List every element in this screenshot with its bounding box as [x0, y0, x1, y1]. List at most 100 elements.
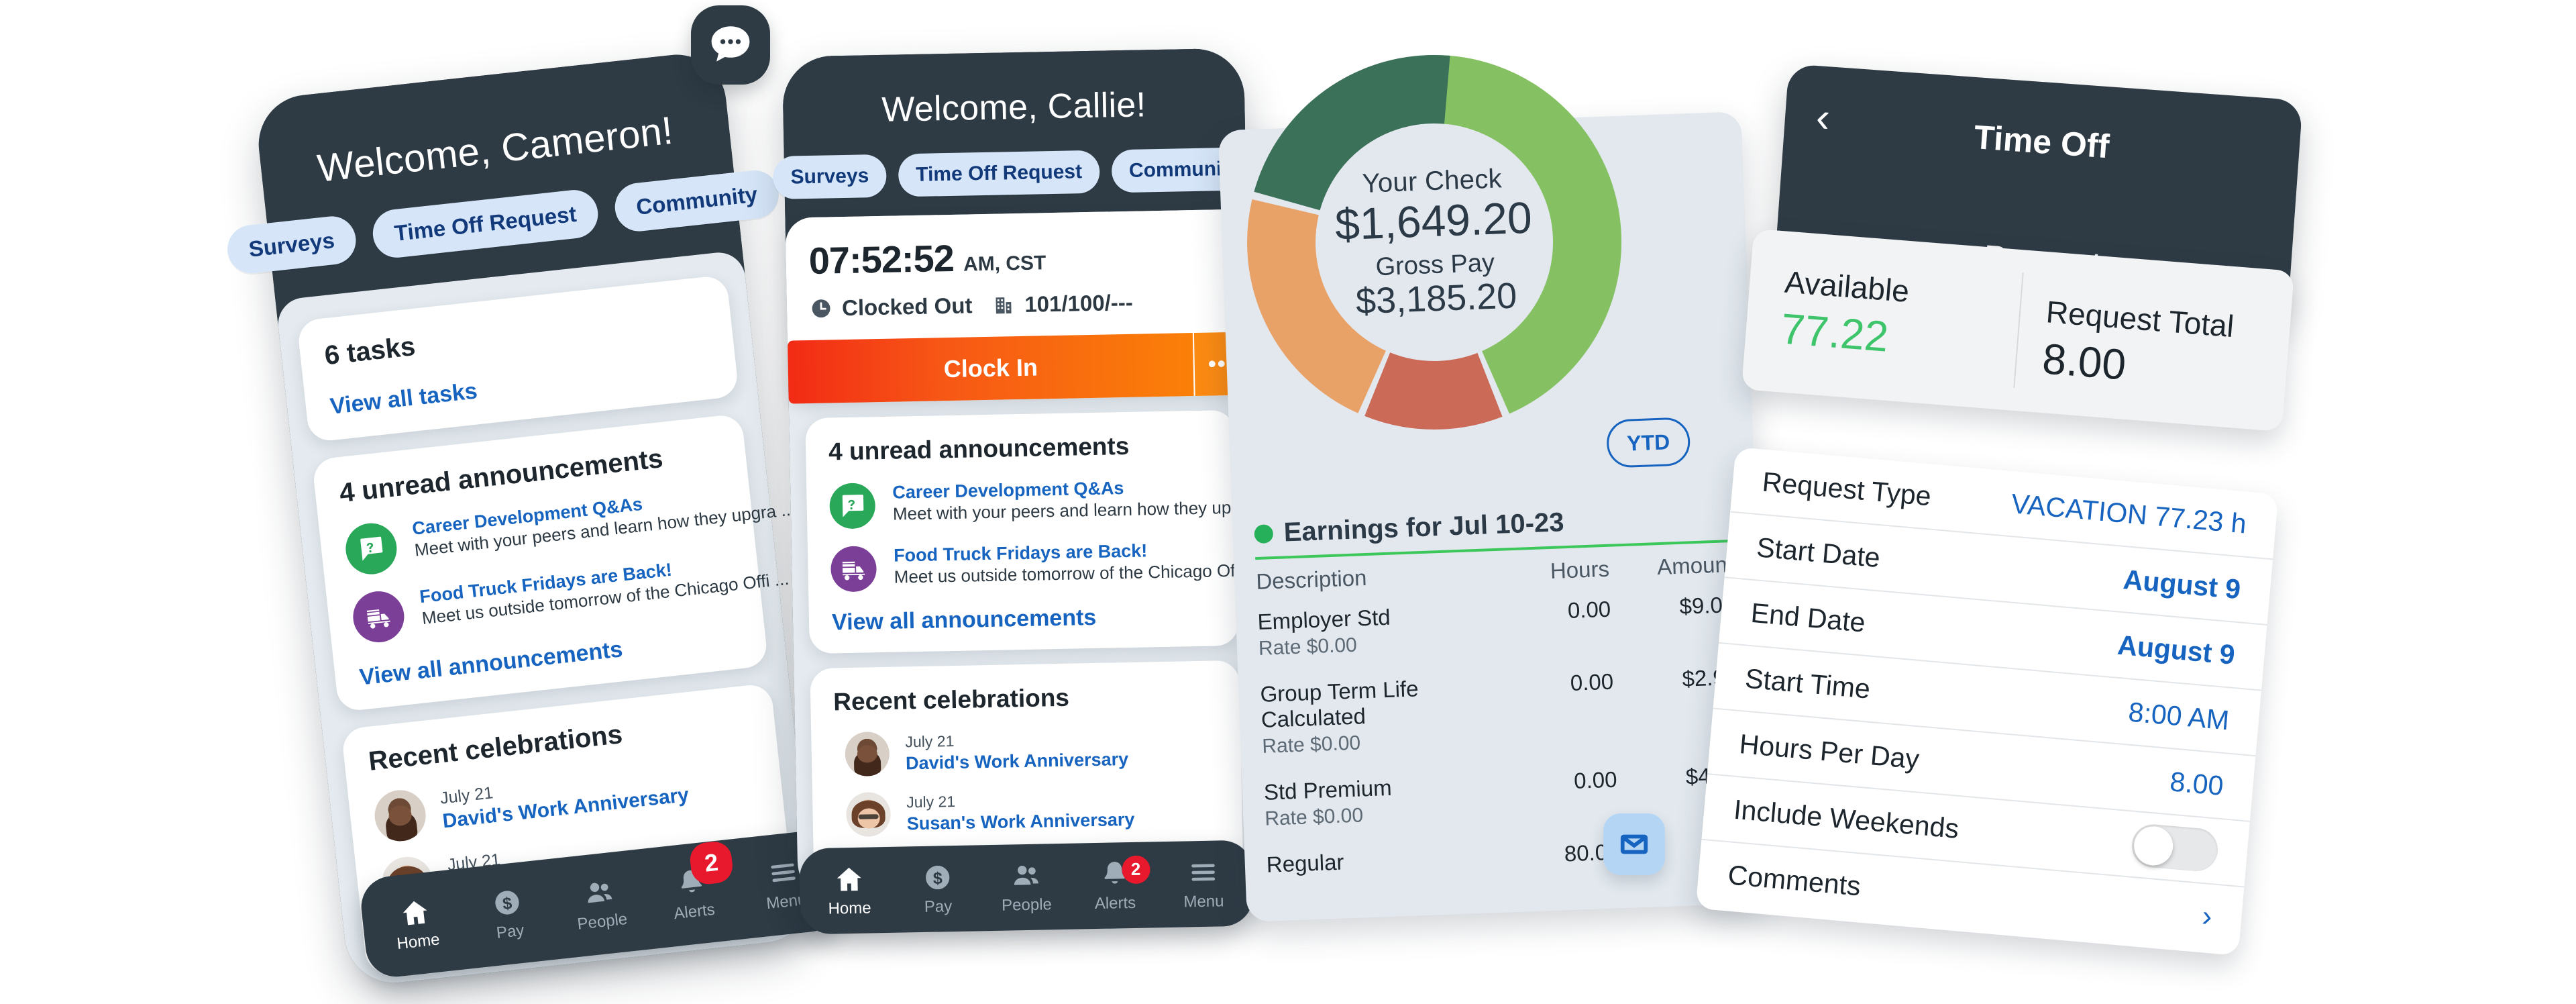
field-label: Comments	[1727, 858, 1862, 902]
announcements-card-callie: 4 unread announcements Career Developmen…	[805, 409, 1276, 654]
nav-item-alerts[interactable]: Alerts 2	[1070, 854, 1160, 914]
nav-label: People	[576, 909, 629, 934]
announcement-item[interactable]: Career Development Q&As Meet with your p…	[829, 476, 1276, 530]
nav-item-alerts[interactable]: Alerts 2	[643, 840, 741, 925]
announcement-text: Career Development Q&As Meet with your p…	[892, 475, 1276, 525]
pill-time-off-request[interactable]: Time Off Request	[898, 150, 1100, 197]
food-truck-icon	[830, 546, 877, 593]
bottom-nav-callie: Home $ Pay People Alerts 2 Menu	[798, 840, 1254, 935]
check-amount: $1,649.20	[1334, 192, 1533, 250]
nav-item-home[interactable]: Home	[368, 892, 466, 956]
nav-item-pay[interactable]: $ Pay	[460, 882, 557, 946]
field-value: 8.00	[2168, 765, 2225, 801]
field-value: August 9	[2116, 629, 2237, 670]
nav-item-menu[interactable]: Menu	[1159, 856, 1248, 912]
dollar-coin-icon: $	[926, 865, 950, 889]
summary-divider	[2013, 272, 2024, 388]
field-value: August 9	[2122, 563, 2243, 605]
phone-header-callie	[782, 48, 1247, 233]
col-hours: Hours	[1550, 556, 1610, 583]
row-hours: 0.00	[1573, 766, 1618, 793]
alerts-badge: 2	[688, 840, 735, 886]
row-hours: 0.00	[1570, 668, 1614, 695]
clock-time-row: 07:52:52 AM, CST	[808, 231, 1225, 283]
field-label: Start Time	[1743, 662, 1872, 705]
nav-item-people[interactable]: People	[981, 859, 1071, 915]
clock-card: 07:52:52 AM, CST Clocked Out 101/100/---…	[785, 209, 1250, 404]
earnings-dot-indicator	[1254, 523, 1274, 544]
row-rate: Rate $0.00	[1261, 732, 1361, 758]
home-icon	[837, 867, 861, 891]
nav-label: Alerts	[673, 900, 716, 923]
announcement-text: Food Truck Fridays are Back! Meet us out…	[894, 538, 1263, 588]
envelope-icon	[1620, 834, 1648, 854]
tasks-card[interactable]: 6 tasks View all tasks	[297, 274, 740, 443]
ytd-toggle-button[interactable]: YTD	[1605, 417, 1691, 468]
building-icon	[996, 297, 1012, 314]
content-sheet-callie: 07:52:52 AM, CST Clocked Out 101/100/---…	[785, 209, 1276, 911]
quick-action-pills-callie: Surveys Time Off Request Community	[772, 147, 1258, 200]
chat-bubble-icon	[711, 26, 750, 62]
clock-status: Clocked Out	[841, 293, 973, 321]
donut-center-labels: Your Check $1,649.20 Gross Pay $3,185.20	[1226, 34, 1643, 451]
table-row: Group Term Life Calculated Rate $0.00 0.0…	[1259, 654, 1740, 769]
nav-label: Pay	[495, 921, 525, 942]
row-description: Employer Std Rate $0.00	[1256, 591, 1488, 671]
celebrations-title: Recent celebrations	[833, 683, 1070, 716]
time-off-title: Time Off	[1972, 118, 2111, 166]
nav-label: Home	[396, 930, 441, 953]
row-rate: Rate $0.00	[1264, 804, 1364, 830]
time-off-request-form: Request Type VACATION 77.23 h Start Date…	[1695, 446, 2279, 956]
nav-item-pay[interactable]: $ Pay	[893, 861, 983, 917]
nav-label: Menu	[1183, 891, 1224, 911]
cost-center: 101/100/---	[1024, 289, 1134, 317]
announcement-item[interactable]: Food Truck Fridays are Back! Meet us out…	[830, 539, 1263, 593]
request-total-value: 8.00	[2040, 334, 2128, 389]
clock-icon	[812, 299, 830, 318]
field-label: Include Weekends	[1732, 793, 1960, 844]
gross-amount: $3,185.20	[1354, 275, 1518, 322]
people-icon	[588, 883, 612, 903]
field-label: Start Date	[1755, 531, 1882, 573]
question-chat-icon	[343, 520, 400, 577]
people-icon	[1014, 865, 1038, 885]
announcements-title: 4 unread announcements	[828, 432, 1130, 466]
celebration-text: July 21 Susan's Work Anniversary	[906, 789, 1135, 834]
message-fab-button[interactable]	[1603, 813, 1665, 875]
clock-action-row: Clock In •••	[787, 332, 1250, 404]
clock-in-button[interactable]: Clock In	[787, 333, 1194, 404]
hamburger-icon	[1191, 863, 1216, 881]
field-label: Hours Per Day	[1738, 727, 1921, 774]
nav-label: Alerts	[1094, 893, 1136, 913]
nav-item-home[interactable]: Home	[804, 862, 894, 919]
celebration-text: July 21 David's Work Anniversary	[905, 729, 1128, 774]
row-amount: $9.03	[1678, 591, 1735, 619]
earnings-table: Description Hours Amount Employer Std Rat…	[1255, 542, 1744, 889]
nav-label: Home	[828, 898, 871, 918]
view-all-announcements-link[interactable]: View all announcements	[832, 602, 1216, 636]
svg-text:$: $	[933, 868, 943, 887]
row-hours: 80.00	[1564, 839, 1621, 866]
announcements-card-cameron: 4 unread announcements Career Developmen…	[311, 413, 796, 713]
celebration-item[interactable]: July 21 Susan's Work Anniversary	[845, 785, 1220, 838]
question-chat-icon	[829, 483, 876, 530]
hamburger-icon	[771, 862, 796, 882]
celebration-name: Susan's Work Anniversary	[906, 809, 1135, 834]
field-value: 8:00 AM	[2127, 696, 2231, 736]
female-avatar	[845, 791, 892, 838]
paycheck-panel: Your Check $1,649.20 Gross Pay $3,185.20…	[1217, 54, 1770, 922]
col-amount: Amount	[1656, 551, 1734, 580]
pill-surveys[interactable]: Surveys	[772, 154, 887, 200]
row-description: Std Premium Rate $0.00	[1263, 760, 1495, 841]
alerts-badge: 2	[1121, 854, 1150, 884]
row-description: Group Term Life Calculated Rate $0.00	[1259, 662, 1492, 768]
male-avatar	[372, 787, 429, 844]
celebration-date: July 21	[905, 732, 955, 750]
celebration-text: July 21 David's Work Anniversary	[439, 762, 690, 833]
celebration-item[interactable]: July 21 David's Work Anniversary	[845, 725, 1218, 777]
field-value: VACATION 77.23 h	[2010, 487, 2248, 540]
nav-item-people[interactable]: People	[551, 872, 649, 936]
field-label: Request Type	[1761, 466, 1933, 511]
include-weekends-toggle[interactable]	[2130, 822, 2220, 873]
chat-bubble-blob[interactable]	[691, 5, 770, 85]
